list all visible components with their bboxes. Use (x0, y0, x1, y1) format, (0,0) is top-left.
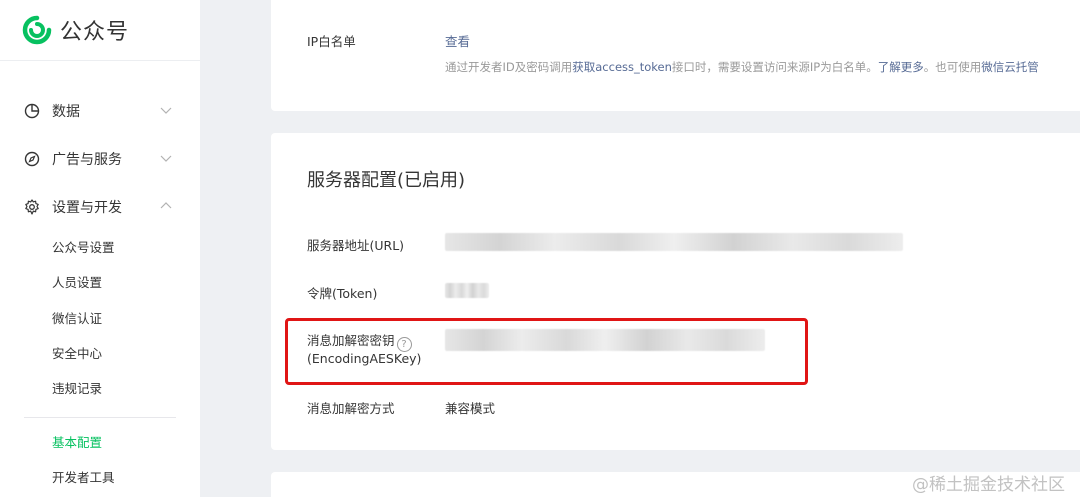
wechat-cloud-hosting-link[interactable]: 微信云托管 (981, 60, 1039, 74)
nav-group-settings-dev[interactable]: 设置与开发 (24, 195, 176, 219)
sidebar-item-basic-config[interactable]: 基本配置 (52, 434, 102, 452)
pie-chart-icon (24, 103, 40, 119)
encryption-mode-value: 兼容模式 (445, 401, 496, 416)
logo-divider (0, 60, 200, 61)
sidebar-item-violation-records[interactable]: 违规记录 (52, 380, 102, 398)
sidebar-item-security-center[interactable]: 安全中心 (52, 345, 102, 363)
sidebar-item-personnel-settings[interactable]: 人员设置 (52, 274, 102, 292)
nav-group-label: 广告与服务 (52, 152, 122, 168)
nav-group-data[interactable]: 数据 (24, 99, 176, 123)
logo[interactable]: 公众号 (22, 14, 129, 46)
sidebar-item-account-settings[interactable]: 公众号设置 (52, 239, 115, 257)
app-title: 公众号 (60, 20, 130, 45)
sidebar: 公众号 数据 广告与服务 设置与开发 公众号设置 人员设置 微信认证 安全中心 … (0, 0, 200, 497)
chevron-up-icon (160, 202, 172, 209)
desc-text: 接口时，需要设置访问来源IP为白名单。 (671, 60, 878, 74)
server-url-label: 服务器地址(URL) (307, 238, 405, 253)
nav-group-label: 设置与开发 (52, 200, 122, 216)
highlight-annotation-box (285, 318, 808, 385)
nav-group-label: 数据 (52, 104, 80, 120)
sidebar-divider (24, 417, 176, 418)
desc-text: 通过开发者ID及密码调用 (445, 60, 573, 74)
learn-more-link[interactable]: 了解更多 (878, 60, 924, 74)
token-label: 令牌(Token) (307, 286, 378, 301)
token-value-redacted (445, 283, 489, 298)
ip-whitelist-view-link[interactable]: 查看 (445, 31, 470, 50)
ip-whitelist-label: IP白名单 (307, 34, 356, 49)
chevron-down-icon (160, 107, 172, 114)
sidebar-item-developer-tools[interactable]: 开发者工具 (52, 469, 115, 487)
desc-text: 。也可使用 (923, 60, 982, 74)
sidebar-item-wechat-verification[interactable]: 微信认证 (52, 310, 102, 328)
chevron-down-icon (160, 155, 172, 162)
ip-whitelist-description: 通过开发者ID及密码调用获取access_token接口时，需要设置访问来源IP… (445, 59, 1039, 75)
section-title: 服务器配置(已启用) (307, 170, 466, 191)
ip-whitelist-card (271, 0, 1080, 111)
nav-group-ads-services[interactable]: 广告与服务 (24, 147, 176, 171)
wechat-logo-icon (22, 15, 52, 45)
watermark: @稀土掘金技术社区 (912, 475, 1065, 495)
server-url-value-redacted (445, 233, 903, 251)
compass-icon (24, 151, 40, 167)
encryption-mode-label: 消息加解密方式 (307, 401, 395, 416)
gear-icon (25, 199, 39, 215)
get-access-token-link[interactable]: 获取access_token (572, 60, 672, 74)
